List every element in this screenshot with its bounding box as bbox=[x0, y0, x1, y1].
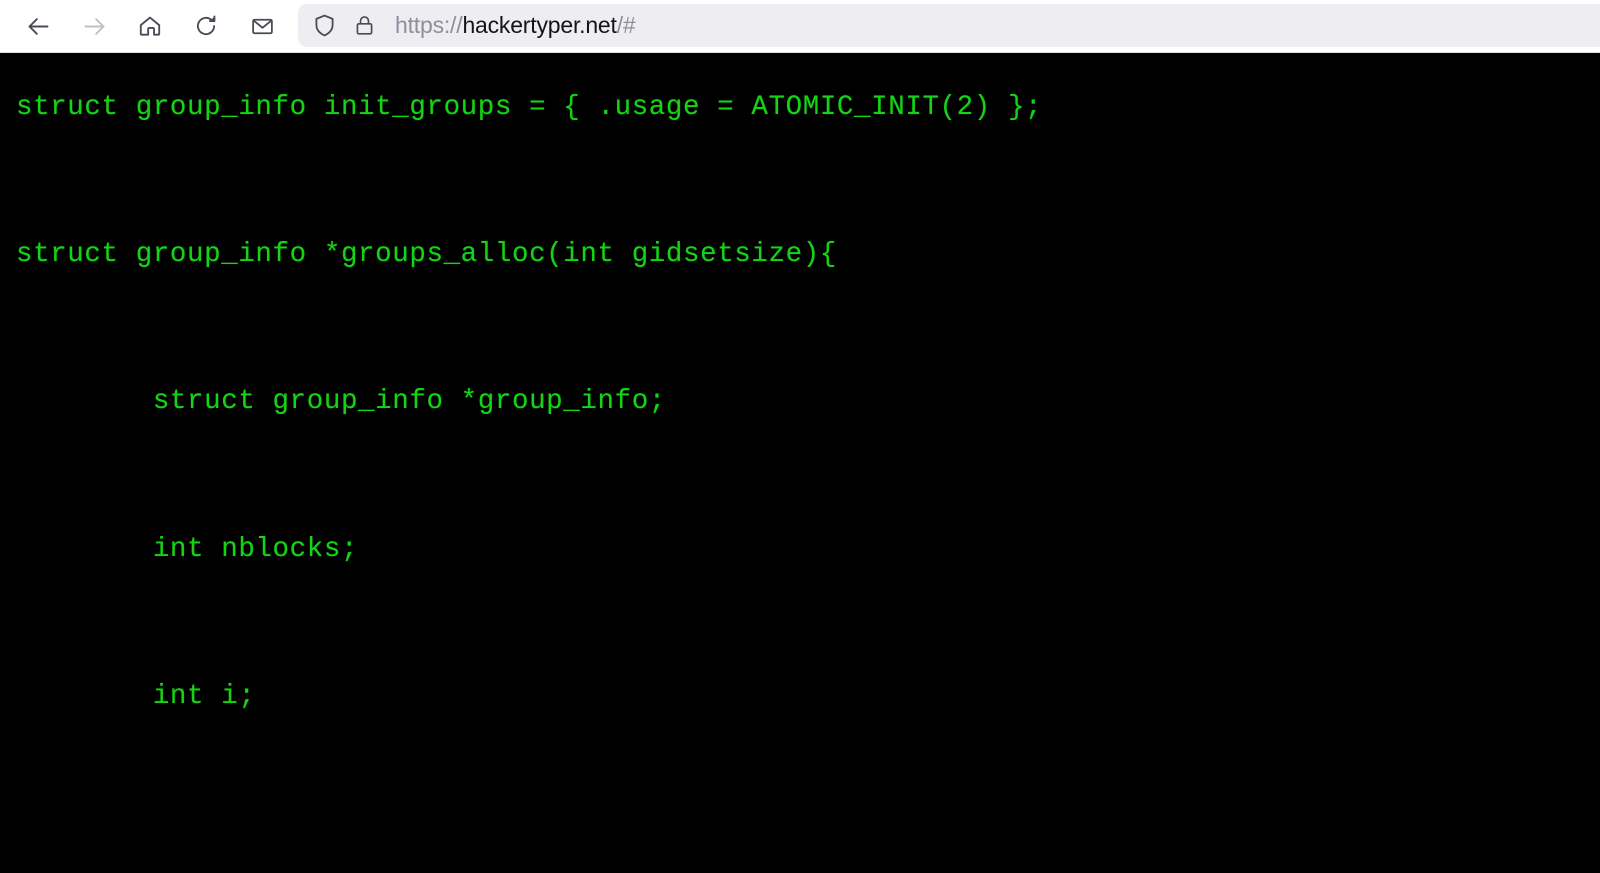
forward-button[interactable] bbox=[72, 4, 116, 48]
code-line: struct group_info init_groups = { .usage… bbox=[16, 92, 1043, 123]
browser-toolbar: https://hackertyper.net/# bbox=[0, 0, 1600, 53]
code-line: struct group_info *group_info; bbox=[16, 386, 666, 418]
url-host: hackertyper.net bbox=[462, 12, 617, 38]
home-icon bbox=[137, 13, 163, 39]
mail-icon bbox=[250, 14, 275, 39]
code-output[interactable]: struct group_info init_groups = { .usage… bbox=[0, 53, 1600, 873]
lock-icon[interactable] bbox=[349, 11, 379, 41]
arrow-left-icon bbox=[25, 13, 52, 40]
arrow-right-icon bbox=[81, 13, 108, 40]
code-line: int i; bbox=[16, 680, 256, 712]
code-line: int nblocks; bbox=[16, 533, 359, 565]
url-path: /# bbox=[616, 12, 636, 38]
shield-icon[interactable] bbox=[309, 11, 339, 41]
home-button[interactable] bbox=[128, 4, 172, 48]
mail-button[interactable] bbox=[240, 4, 284, 48]
page-content[interactable]: struct group_info init_groups = { .usage… bbox=[0, 53, 1600, 873]
url-bar[interactable]: https://hackertyper.net/# bbox=[298, 4, 1600, 47]
reload-button[interactable] bbox=[184, 4, 228, 48]
reload-icon bbox=[193, 13, 219, 39]
back-button[interactable] bbox=[16, 4, 60, 48]
url-text[interactable]: https://hackertyper.net/# bbox=[395, 12, 636, 39]
url-scheme: https:// bbox=[395, 12, 463, 38]
code-line: struct group_info *groups_alloc(int gids… bbox=[16, 239, 837, 271]
